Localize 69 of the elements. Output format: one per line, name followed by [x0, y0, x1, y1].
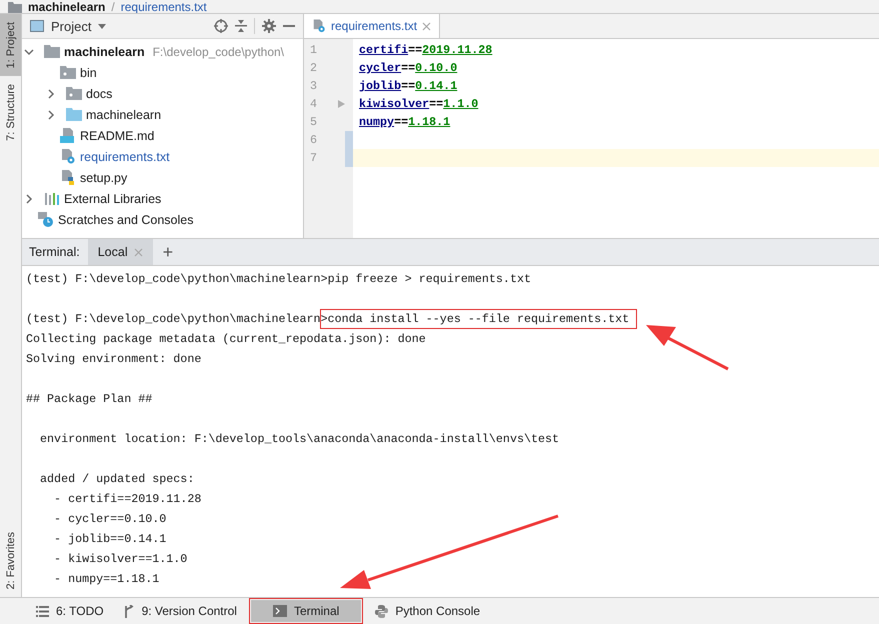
- line-number: 2: [309, 60, 318, 77]
- terminal-line: ## Package Plan ##: [26, 392, 152, 406]
- python-file-icon: [60, 170, 76, 185]
- side-tab[interactable]: 7: Structure: [0, 76, 21, 150]
- line-number: 6: [309, 132, 318, 149]
- editor-tab[interactable]: requirements.txt: [304, 14, 440, 38]
- code-line: kiwisolver==1.1.0: [359, 97, 478, 111]
- line-number: 4: [309, 96, 318, 113]
- tree-item[interactable]: docs: [86, 86, 112, 100]
- close-icon[interactable]: [422, 22, 432, 30]
- line-number: 1: [309, 42, 318, 59]
- window-icon: [30, 20, 44, 32]
- code-line: certifi==2019.11.28: [359, 43, 492, 57]
- terminal-tab[interactable]: Local: [88, 239, 153, 265]
- terminal-line: Collecting package metadata (current_repodata.json): done: [26, 332, 426, 346]
- code-line: cycler==0.10.0: [359, 61, 458, 75]
- tree-item[interactable]: setup.py: [80, 170, 128, 184]
- path-hint: F:\develop_code\python\: [152, 44, 284, 58]
- collapse-icon[interactable]: [235, 19, 247, 33]
- tool-window-button[interactable]: 9: Version Control: [118, 600, 243, 622]
- line-number: 3: [309, 78, 318, 95]
- folder-icon: [66, 87, 82, 100]
- tree-item[interactable]: README.md: [80, 128, 154, 142]
- terminal-line: - numpy==1.18.1: [53, 572, 160, 586]
- library-icon: [44, 192, 60, 205]
- tree-item[interactable]: requirements.txt: [80, 150, 170, 164]
- line-number: 7: [309, 150, 318, 167]
- panel-title[interactable]: Project: [51, 18, 92, 34]
- tree-item[interactable]: bin: [80, 66, 97, 80]
- settings-icon[interactable]: [262, 19, 276, 33]
- terminal-line: - cycler==0.10.0: [53, 512, 166, 526]
- tree-item[interactable]: Scratches and Consoles: [58, 212, 194, 226]
- side-tab[interactable]: 1: Project: [0, 14, 21, 76]
- side-tab[interactable]: 2: Favorites: [0, 524, 21, 597]
- text-file-icon: [312, 19, 326, 33]
- tree-item[interactable]: machinelearn: [86, 108, 162, 122]
- branch-icon: [124, 604, 135, 618]
- caret-icon[interactable]: [98, 24, 106, 28]
- add-tab-button[interactable]: +: [152, 239, 184, 265]
- terminal-icon: [272, 605, 287, 617]
- terminal-line: (test) F:\develop_code\python\machinelearn>pip freeze > requirements.txt: [26, 272, 531, 286]
- tool-window-button[interactable]: 6: TODO: [30, 600, 110, 622]
- code-line: joblib==0.14.1: [359, 79, 458, 93]
- code-line: numpy==1.18.1: [359, 115, 450, 129]
- text-file-icon: [60, 149, 76, 164]
- tree-item[interactable]: machinelearn: [64, 44, 145, 58]
- terminal-line: added / updated specs:: [39, 472, 194, 486]
- tool-window-button[interactable]: Terminal: [250, 600, 362, 622]
- terminal-line: - joblib==0.14.1: [53, 532, 166, 546]
- panel-title: Terminal:: [28, 244, 81, 261]
- scratches-icon: [38, 212, 54, 227]
- markdown-file-icon: [60, 128, 76, 143]
- terminal-line: Solving environment: done: [26, 352, 202, 366]
- terminal-line: - certifi==2019.11.28: [53, 492, 202, 506]
- terminal-line: - kiwisolver==1.1.0: [53, 552, 188, 566]
- folder-icon: [60, 66, 76, 79]
- breadcrumb-item[interactable]: machinelearn: [28, 1, 106, 13]
- folder-icon: [66, 108, 82, 121]
- terminal-line: (test) F:\develop_code\python\machinelearn: [26, 312, 321, 326]
- python-icon: [375, 604, 388, 618]
- breadcrumb-separator: /: [111, 1, 115, 13]
- list-icon: [36, 606, 49, 616]
- tree-item[interactable]: External Libraries: [64, 192, 162, 206]
- locate-icon[interactable]: [214, 19, 228, 33]
- folder-icon: [44, 45, 60, 58]
- terminal-line: environment location: F:\develop_tools\anaconda\anaconda-install\envs\test: [39, 432, 560, 446]
- line-number: 5: [309, 114, 318, 131]
- terminal-command: >conda install --yes --file requirements.txt: [320, 310, 636, 328]
- tool-window-button[interactable]: Python Console: [369, 600, 486, 622]
